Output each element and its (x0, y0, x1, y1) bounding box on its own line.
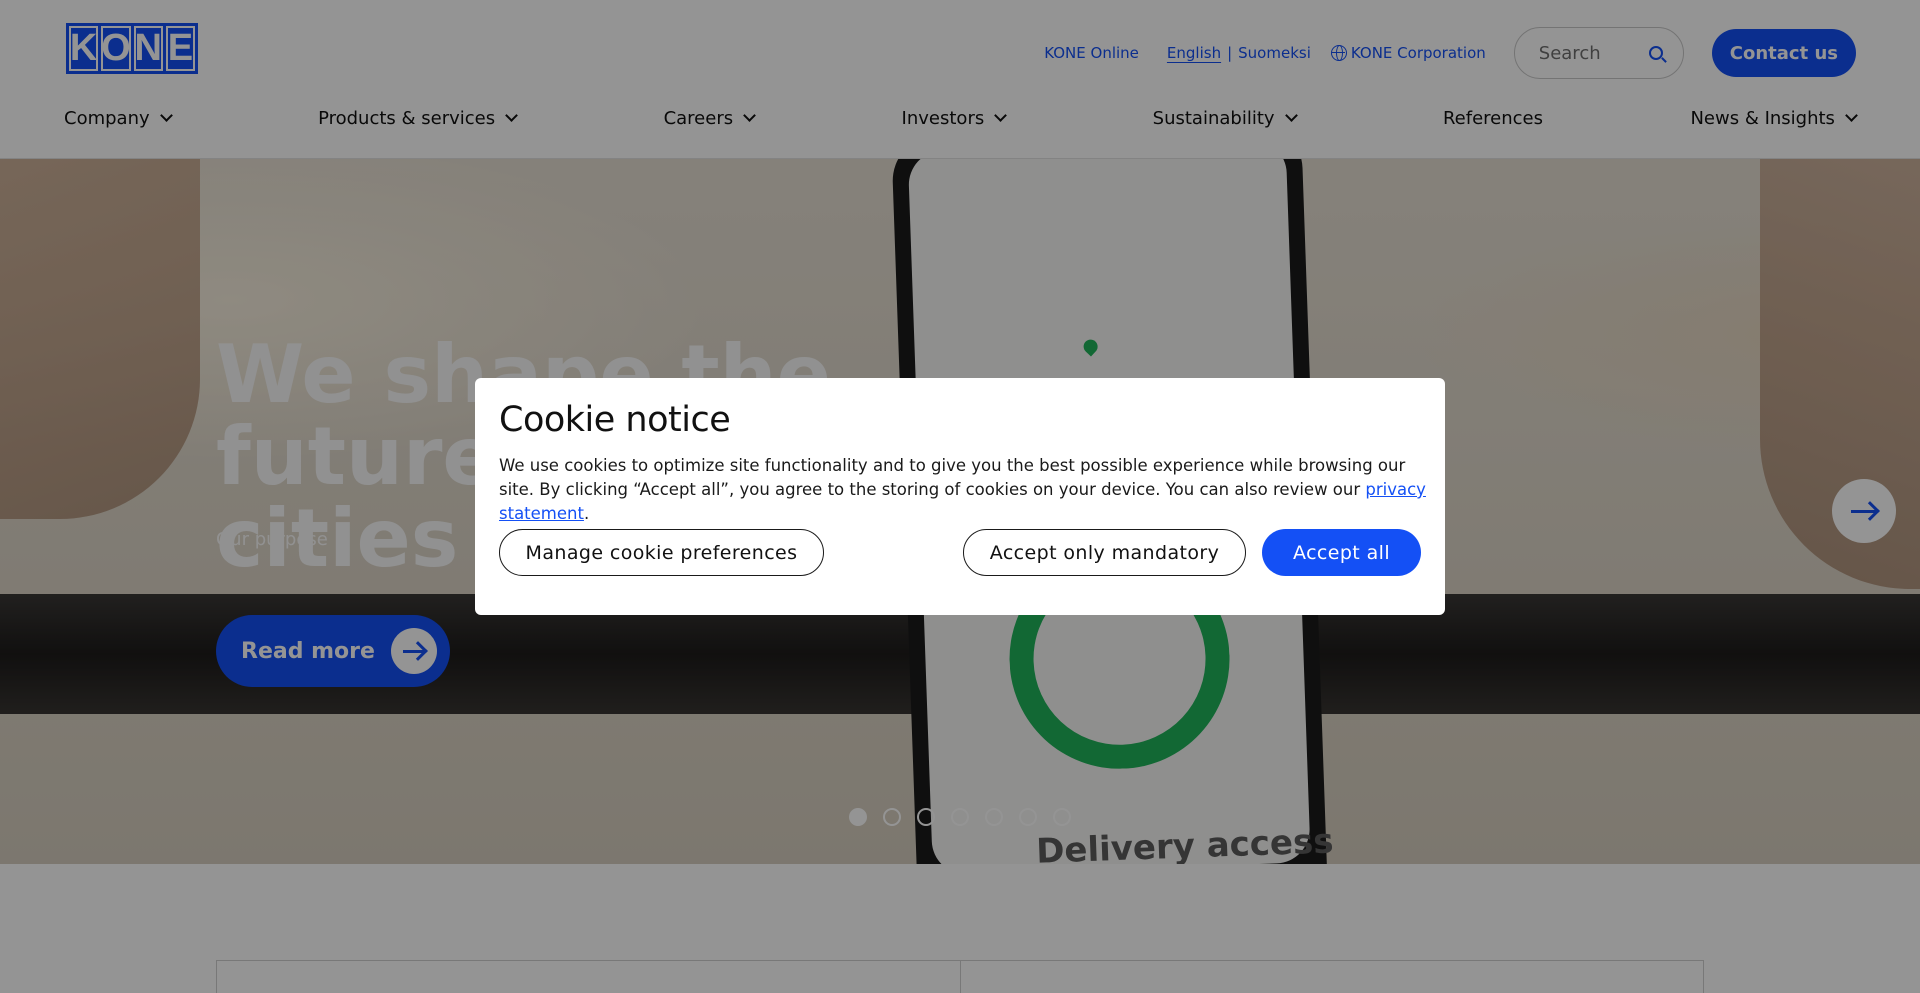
accept-only-mandatory-button[interactable]: Accept only mandatory (963, 529, 1246, 576)
cookie-notice-body: We use cookies to optimize site function… (499, 454, 1429, 526)
cookie-notice-text-end: . (583, 504, 590, 523)
cookie-notice-title: Cookie notice (499, 400, 731, 440)
cookie-actions: Manage cookie preferences Accept only ma… (499, 529, 1421, 576)
cookie-notice-dialog: Cookie notice We use cookies to optimize… (475, 378, 1445, 615)
manage-cookie-preferences-button[interactable]: Manage cookie preferences (499, 529, 824, 576)
accept-all-button[interactable]: Accept all (1262, 529, 1421, 576)
cookie-notice-text: We use cookies to optimize site function… (499, 456, 1406, 499)
